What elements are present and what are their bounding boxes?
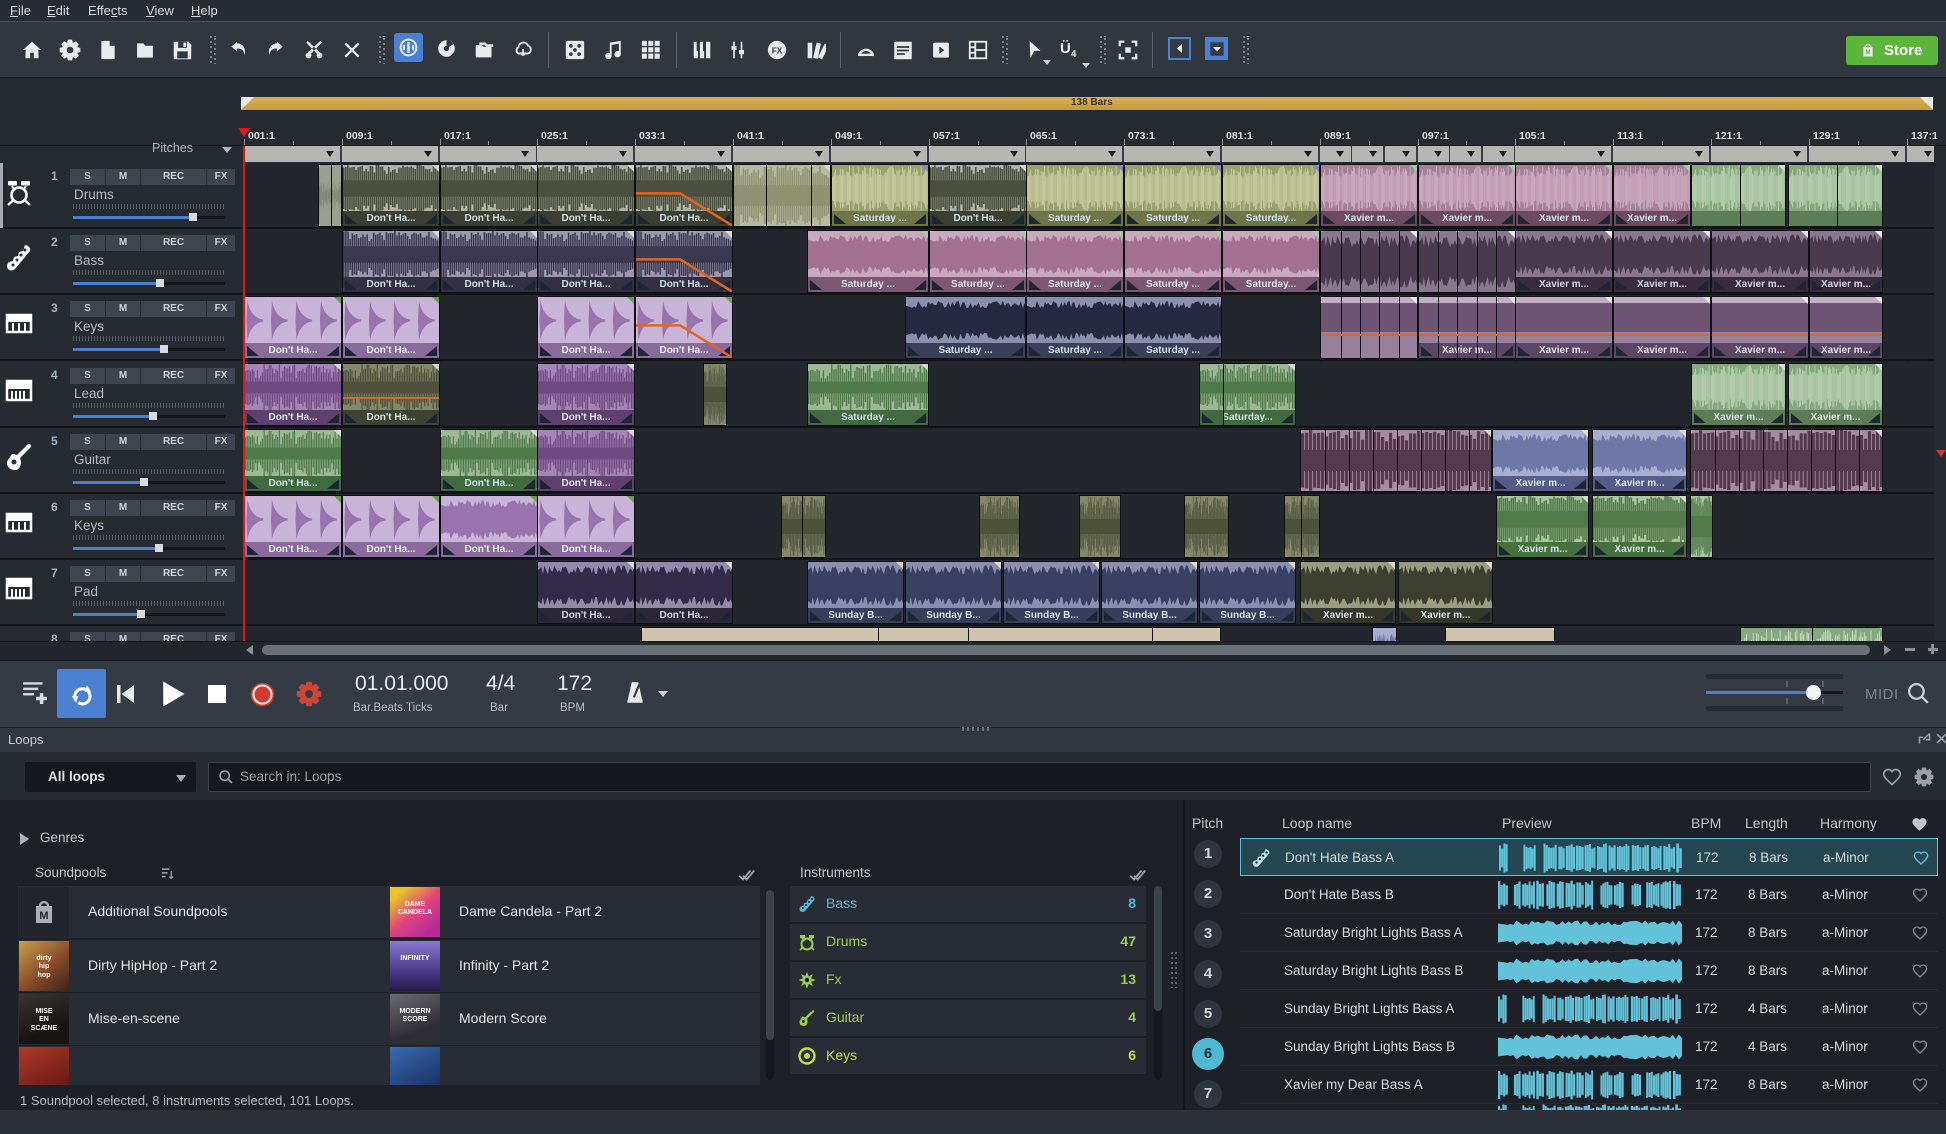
svg-text:FX: FX: [772, 47, 783, 56]
svg-text:M: M: [39, 910, 48, 922]
svg-text:M: M: [1866, 50, 1871, 56]
